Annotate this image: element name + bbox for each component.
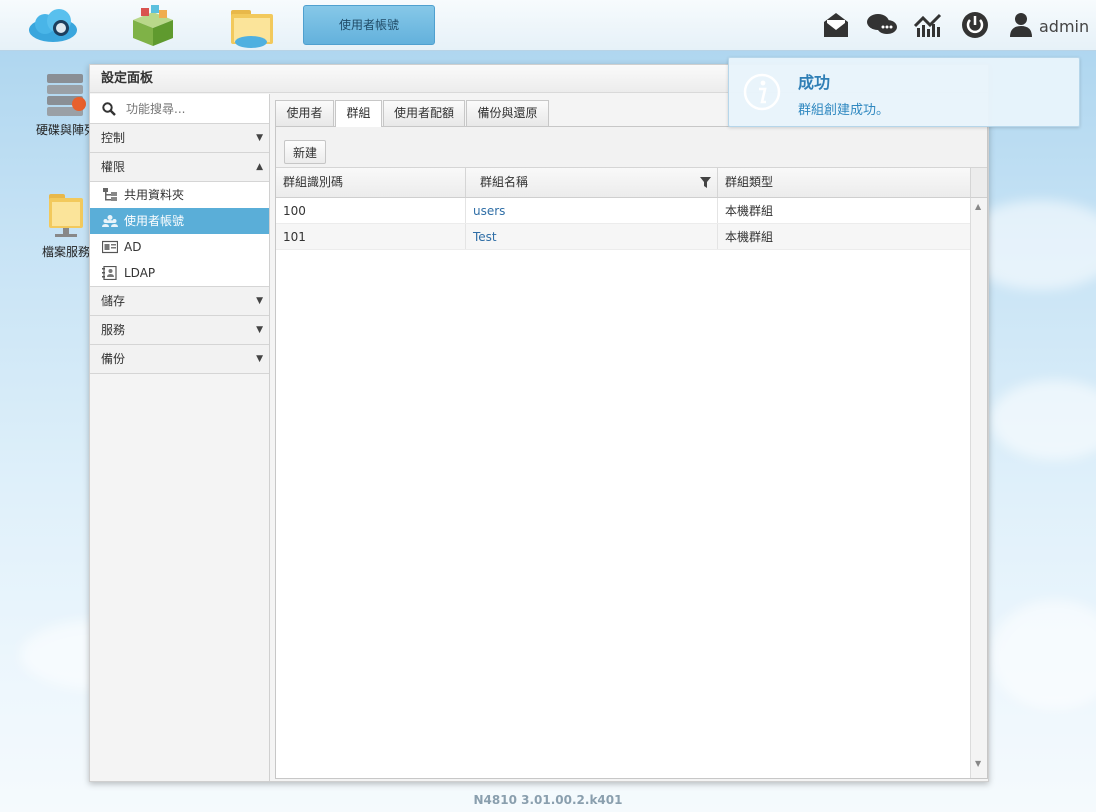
table-row[interactable]: 100 users 本機群組: [276, 198, 971, 224]
column-group-type[interactable]: 群組類型: [718, 168, 971, 197]
info-icon: [743, 73, 781, 111]
app-center-icon[interactable]: [127, 4, 179, 48]
vertical-scrollbar[interactable]: ▲ ▼: [970, 198, 987, 778]
groups-panel: 新建 群組識別碼 群組名稱 群組類型 100 users 本機群組 101 Te…: [275, 127, 988, 779]
folder-tree-icon: [103, 188, 117, 201]
section-label: 權限: [101, 160, 126, 174]
notification-message: 群組創建成功。: [798, 103, 890, 118]
sidebar-item-label: LDAP: [124, 266, 156, 280]
file-folder-icon[interactable]: [227, 4, 279, 48]
groups-grid: 群組識別碼 群組名稱 群組類型 100 users 本機群組 101 Test …: [276, 168, 971, 778]
network-icon[interactable]: [913, 10, 943, 40]
cell-group-type: 本機群組: [718, 198, 971, 223]
mail-icon[interactable]: [821, 10, 851, 40]
task-user-accounts[interactable]: 使用者帳號: [303, 5, 435, 45]
sidebar-item-user-accounts[interactable]: 使用者帳號: [90, 208, 269, 234]
cell-group-name[interactable]: Test: [466, 224, 718, 249]
sidebar-item-label: 共用資料夾: [124, 188, 185, 202]
taskbar: 使用者帳號 admin: [0, 0, 1096, 51]
toolbar: 新建: [276, 127, 987, 168]
ldap-book-icon: [102, 266, 117, 280]
user-icon[interactable]: [1008, 10, 1038, 40]
power-icon[interactable]: [960, 10, 990, 40]
cloud-icon[interactable]: [27, 4, 79, 48]
disk-array-icon: [47, 74, 86, 116]
section-backup[interactable]: 備份 ▼: [90, 345, 269, 374]
sidebar: 控制 ▼ 權限 ▲ 共用資料夾: [90, 94, 270, 781]
cell-group-id: 101: [276, 224, 466, 249]
desktop-label: 檔案服務: [41, 245, 90, 259]
section-storage[interactable]: 儲存 ▼: [90, 287, 269, 316]
tab-backup-restore[interactable]: 備份與還原: [466, 100, 549, 127]
header-scroll-spacer: [970, 168, 987, 198]
sidebar-item-label: 使用者帳號: [124, 214, 185, 228]
section-label: 備份: [101, 352, 126, 366]
cell-group-name[interactable]: users: [466, 198, 718, 223]
chat-icon[interactable]: [866, 10, 897, 40]
column-label: 群組名稱: [480, 175, 529, 189]
section-label: 控制: [101, 131, 126, 145]
user-name[interactable]: admin: [1039, 17, 1089, 36]
cell-group-type: 本機群組: [718, 224, 971, 249]
grid-header: 群組識別碼 群組名稱 群組類型: [276, 168, 971, 198]
chevron-down-icon: ▼: [256, 325, 263, 335]
scroll-up-icon[interactable]: ▲: [975, 202, 981, 211]
chevron-down-icon: ▼: [256, 354, 263, 364]
sidebar-item-shared-folder[interactable]: 共用資料夾: [90, 182, 269, 208]
permission-items: 共用資料夾 使用者帳號 AD LDAP: [90, 182, 269, 287]
file-service-icon: [49, 194, 83, 237]
background-cloud: [990, 600, 1096, 710]
desktop-icon-disk-array[interactable]: 硬碟與陣列: [36, 72, 96, 138]
users-icon: [102, 215, 118, 227]
section-control[interactable]: 控制 ▼: [90, 124, 269, 153]
ad-card-icon: [102, 240, 118, 254]
notification-title: 成功: [798, 73, 831, 92]
section-permission[interactable]: 權限 ▲: [90, 153, 269, 182]
desktop-icon-file-service[interactable]: 檔案服務: [36, 190, 96, 260]
firmware-version: N4810 3.01.00.2.k401: [473, 793, 623, 807]
desktop-label: 硬碟與陣列: [36, 123, 96, 137]
tab-users[interactable]: 使用者: [275, 100, 334, 127]
sidebar-item-ad[interactable]: AD: [90, 234, 269, 260]
column-group-name[interactable]: 群組名稱: [466, 168, 718, 197]
column-group-id[interactable]: 群組識別碼: [276, 168, 466, 197]
settings-window: 設定面板 控制 ▼ 權限 ▲: [89, 64, 989, 782]
success-notification[interactable]: 成功 群組創建成功。: [728, 57, 1080, 127]
sidebar-item-label: AD: [124, 240, 142, 254]
chevron-up-icon: ▲: [256, 162, 263, 172]
main-content: 使用者 群組 使用者配額 備份與還原 新建 群組識別碼 群組名稱 群組類型 10…: [275, 98, 988, 779]
filter-icon[interactable]: [700, 177, 711, 188]
chevron-down-icon: ▼: [256, 133, 263, 143]
grid-body: 100 users 本機群組 101 Test 本機群組: [276, 198, 971, 250]
sidebar-item-ldap[interactable]: LDAP: [90, 260, 269, 286]
chevron-down-icon: ▼: [256, 296, 263, 306]
tab-user-quota[interactable]: 使用者配額: [383, 100, 465, 127]
table-row[interactable]: 101 Test 本機群組: [276, 224, 971, 250]
search-input[interactable]: [126, 100, 262, 118]
scroll-down-icon[interactable]: ▼: [975, 759, 981, 768]
background-cloud: [990, 380, 1096, 460]
cell-group-id: 100: [276, 198, 466, 223]
section-label: 儲存: [101, 294, 126, 308]
section-label: 服務: [101, 323, 126, 337]
search-box: [90, 94, 269, 124]
search-icon: [102, 102, 116, 116]
section-service[interactable]: 服務 ▼: [90, 316, 269, 345]
tab-groups[interactable]: 群組: [335, 100, 382, 128]
new-group-button[interactable]: 新建: [284, 140, 326, 164]
